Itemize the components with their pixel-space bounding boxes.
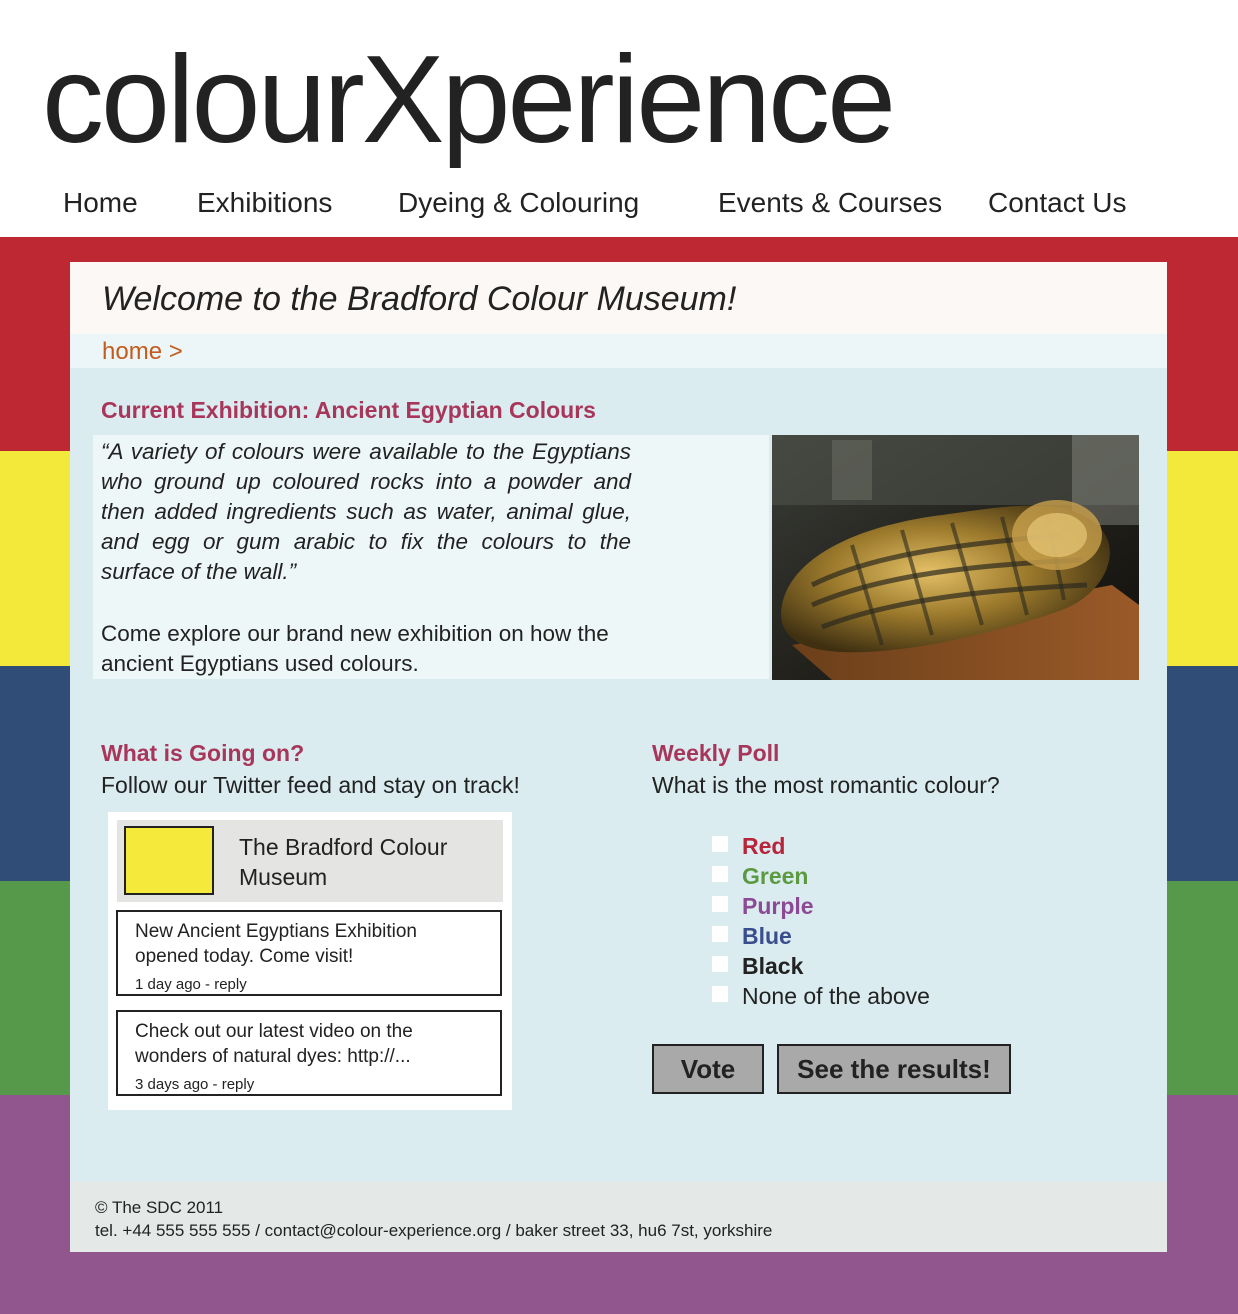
main-nav: Home Exhibitions Dyeing & Colouring Even… xyxy=(0,186,1238,226)
exhibition-text-box: “A variety of colours were available to … xyxy=(93,435,769,679)
tweet-text: New Ancient Egyptians Exhibition opened … xyxy=(135,921,417,967)
poll-option-label: Green xyxy=(742,863,809,889)
breadcrumb-home-link[interactable]: home > xyxy=(102,338,183,366)
poll-option-label: Purple xyxy=(742,893,814,919)
content-panel: Welcome to the Bradford Colour Museum! h… xyxy=(70,262,1167,1252)
tweet-item: New Ancient Egyptians Exhibition opened … xyxy=(116,910,502,996)
poll-checkbox[interactable] xyxy=(712,836,728,852)
exhibition-quote: “A variety of colours were available to … xyxy=(101,439,631,584)
see-results-button[interactable]: See the results! xyxy=(777,1044,1011,1094)
twitter-feed-header: The Bradford Colour Museum xyxy=(117,820,503,902)
poll-option-label: Blue xyxy=(742,923,792,949)
twitter-feed: The Bradford Colour Museum New Ancient E… xyxy=(108,812,512,1110)
poll-heading: Weekly Poll xyxy=(652,740,780,766)
breadcrumb: home > xyxy=(70,334,1167,368)
exhibition-heading: Current Exhibition: Ancient Egyptian Col… xyxy=(101,397,596,423)
tweet-meta[interactable]: 3 days ago - reply xyxy=(135,1076,254,1093)
exhibition-photo xyxy=(772,435,1139,680)
poll-checkbox[interactable] xyxy=(712,866,728,882)
poll-checkbox[interactable] xyxy=(712,956,728,972)
exhibition-description: Come explore our brand new exhibition on… xyxy=(101,621,609,676)
poll-option-label: Red xyxy=(742,833,786,859)
nav-contact-us[interactable]: Contact Us xyxy=(988,186,1127,220)
tweet-item: Check out our latest video on the wonder… xyxy=(116,1010,502,1096)
footer-copyright: © The SDC 2011 xyxy=(95,1198,224,1217)
sarcophagus-image xyxy=(772,435,1139,680)
footer-contact: tel. +44 555 555 555 / contact@colour-ex… xyxy=(95,1221,773,1240)
poll-checkbox[interactable] xyxy=(712,926,728,942)
news-subtitle: Follow our Twitter feed and stay on trac… xyxy=(101,772,520,798)
twitter-account-name[interactable]: The Bradford Colour Museum xyxy=(239,832,503,892)
tweet-meta[interactable]: 1 day ago - reply xyxy=(135,976,247,993)
page-title: Welcome to the Bradford Colour Museum! xyxy=(102,280,737,318)
news-heading: What is Going on? xyxy=(101,740,305,766)
footer: © The SDC 2011 tel. +44 555 555 555 / co… xyxy=(70,1182,1167,1252)
vote-button[interactable]: Vote xyxy=(652,1044,764,1094)
avatar xyxy=(124,826,214,895)
poll-checkbox[interactable] xyxy=(712,986,728,1002)
nav-home[interactable]: Home xyxy=(63,186,138,220)
nav-exhibitions[interactable]: Exhibitions xyxy=(197,186,332,220)
welcome-banner: Welcome to the Bradford Colour Museum! xyxy=(70,262,1167,334)
nav-dyeing-colouring[interactable]: Dyeing & Colouring xyxy=(398,186,639,220)
tweet-text: Check out our latest video on the wonder… xyxy=(135,1021,413,1067)
site-logo[interactable]: colourXperience xyxy=(42,30,896,170)
poll-option-label: None of the above xyxy=(742,983,930,1009)
nav-events-courses[interactable]: Events & Courses xyxy=(718,186,942,220)
poll-checkbox[interactable] xyxy=(712,896,728,912)
poll-option-label: Black xyxy=(742,953,804,979)
poll-question: What is the most romantic colour? xyxy=(652,772,1000,798)
